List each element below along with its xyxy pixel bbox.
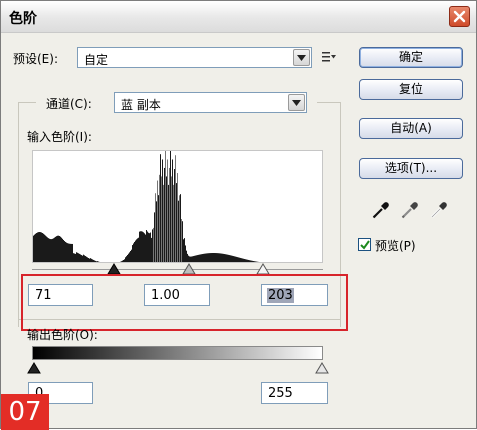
preset-label: 预设(E):	[13, 50, 58, 67]
close-button[interactable]	[449, 6, 470, 27]
output-black-slider[interactable]	[27, 362, 41, 377]
gray-eyedropper-icon[interactable]	[400, 200, 420, 220]
output-gradient-bar	[32, 346, 323, 360]
step-badge: 07	[1, 394, 49, 430]
channel-dropdown-arrow[interactable]	[288, 94, 305, 111]
levels-dialog: 色阶 预设(E): 自定 通道(C):	[0, 0, 477, 429]
channel-label: 通道(C):	[46, 95, 92, 112]
histogram-bars	[33, 151, 323, 263]
channel-value: 蓝 副本	[121, 96, 161, 113]
group-border-top-right	[317, 102, 341, 103]
histogram-graph	[33, 151, 323, 263]
window-title: 色阶	[9, 8, 37, 28]
black-eyedropper-icon[interactable]	[371, 200, 391, 220]
ok-button[interactable]: 确定	[359, 47, 463, 68]
output-levels-label: 输出色阶(O):	[27, 326, 98, 343]
group-border-top-left	[18, 102, 36, 103]
input-slider-track	[32, 269, 323, 270]
preview-label: 预览(P)	[375, 237, 416, 254]
reset-button[interactable]: 复位	[359, 79, 463, 100]
output-white-slider[interactable]	[315, 362, 329, 377]
channel-select[interactable]: 蓝 副本	[114, 92, 307, 113]
group-border-left	[18, 102, 19, 327]
white-eyedropper-icon[interactable]	[429, 200, 449, 220]
output-white-field[interactable]: 255	[261, 382, 328, 404]
histogram	[32, 150, 323, 263]
auto-button[interactable]: 自动(A)	[359, 118, 463, 139]
preview-checkbox[interactable]	[358, 238, 371, 251]
options-button[interactable]: 选项(T)...	[359, 158, 463, 179]
title-bar: 色阶	[1, 1, 476, 33]
preset-value: 自定	[84, 51, 108, 68]
output-white-value: 255	[268, 386, 293, 401]
preset-dropdown-arrow[interactable]	[293, 49, 310, 66]
highlight-box	[21, 274, 348, 331]
preset-menu-icon[interactable]	[322, 51, 336, 66]
input-levels-label: 输入色阶(I):	[27, 128, 92, 145]
preset-select[interactable]: 自定	[77, 47, 312, 68]
